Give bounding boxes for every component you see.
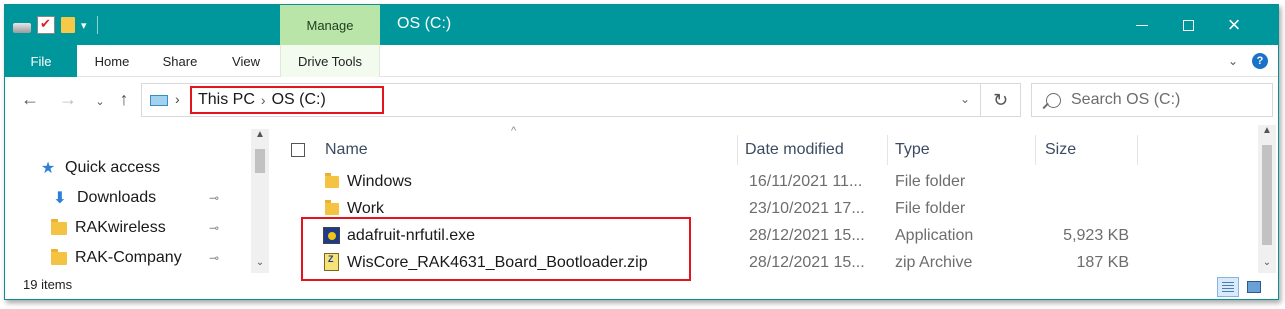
recent-locations-icon[interactable]: ⌄ xyxy=(89,95,111,108)
manage-contextual-tab[interactable]: Manage xyxy=(280,5,380,45)
scrollbar-thumb[interactable] xyxy=(1262,145,1272,245)
refresh-icon: ↻ xyxy=(992,89,1009,110)
sidebar-item-downloads[interactable]: ⬇ Downloads ⊸ xyxy=(51,185,219,211)
maximize-icon xyxy=(1182,19,1194,31)
file-row-windows[interactable]: Windows 16/11/2021 11... File folder xyxy=(271,169,1257,196)
address-bar[interactable]: › This PC › OS (C:) ⌄ ↻ xyxy=(141,83,1021,117)
sidebar-item-quick-access[interactable]: ★ Quick access xyxy=(39,155,249,181)
column-divider[interactable] xyxy=(737,135,738,165)
column-divider[interactable] xyxy=(1035,135,1036,165)
column-header-date-modified[interactable]: Date modified xyxy=(745,135,844,165)
sidebar-item-label: RAK-Company xyxy=(75,249,182,266)
scrollbar-thumb[interactable] xyxy=(255,149,265,173)
navigation-pane: ★ Quick access ⬇ Downloads ⊸ RAKwireless… xyxy=(5,125,269,273)
breadcrumb-os-c[interactable]: OS (C:) xyxy=(272,91,326,109)
file-size: 5,923 KB xyxy=(1063,227,1129,244)
search-icon xyxy=(1046,92,1061,108)
search-placeholder: Search OS (C:) xyxy=(1071,91,1181,108)
breadcrumb-chevron-icon[interactable]: › xyxy=(261,92,266,108)
help-icon[interactable]: ? xyxy=(1252,53,1268,69)
tab-home[interactable]: Home xyxy=(77,45,147,77)
properties-icon[interactable] xyxy=(37,16,55,34)
scroll-up-icon[interactable]: ▲ xyxy=(1258,125,1276,136)
status-bar: 19 items xyxy=(5,273,1278,299)
expand-ribbon-icon[interactable]: ⌄ xyxy=(1228,54,1238,68)
customize-toolbar-icon[interactable]: ▾ xyxy=(81,19,87,32)
ribbon-right-controls: ⌄ ? xyxy=(1228,53,1268,69)
sort-ascending-icon: ^ xyxy=(511,125,517,137)
file-type: Application xyxy=(895,227,974,244)
quick-access-toolbar: ▾ xyxy=(13,14,98,36)
sidebar-item-label: Downloads xyxy=(77,189,157,206)
drive-icon xyxy=(13,23,31,33)
search-input[interactable]: Search OS (C:) xyxy=(1031,83,1273,117)
file-name: Windows xyxy=(347,173,412,190)
select-all-checkbox[interactable] xyxy=(291,143,305,157)
navigation-scrollbar[interactable]: ▲ ⌄ xyxy=(251,129,269,273)
column-divider[interactable] xyxy=(887,135,888,165)
file-date: 28/12/2021 15... xyxy=(749,227,865,244)
column-divider[interactable] xyxy=(1137,135,1138,165)
file-type: zip Archive xyxy=(895,254,973,271)
file-list: ^ Name Date modified Type Size Windows 1… xyxy=(271,125,1257,281)
close-button[interactable]: × xyxy=(1211,5,1257,45)
forward-arrow-icon[interactable]: → xyxy=(57,89,79,110)
highlight-box xyxy=(301,217,691,281)
minimize-icon xyxy=(1136,24,1148,26)
close-icon: × xyxy=(1227,12,1241,37)
explorer-window: ▾ Manage OS (C:) × File Home Share View … xyxy=(4,4,1279,300)
folder-icon xyxy=(325,173,339,193)
column-header-name[interactable]: Name xyxy=(325,135,368,165)
file-date: 16/11/2021 11... xyxy=(749,173,863,190)
scroll-down-icon[interactable]: ⌄ xyxy=(1258,257,1276,268)
star-icon: ★ xyxy=(40,160,56,177)
file-type: File folder xyxy=(895,200,966,217)
file-list-scrollbar[interactable]: ▲ ⌄ xyxy=(1258,125,1276,273)
tab-view[interactable]: View xyxy=(213,45,279,77)
item-count: 19 items xyxy=(23,277,73,292)
toolbar-separator xyxy=(96,16,98,34)
sidebar-item-label: Quick access xyxy=(65,159,161,176)
tab-share[interactable]: Share xyxy=(147,45,213,77)
sidebar-item-rakwireless[interactable]: RAKwireless ⊸ xyxy=(51,215,219,241)
column-header-size[interactable]: Size xyxy=(1045,135,1076,165)
breadcrumb-separator-icon[interactable]: › xyxy=(175,91,180,107)
download-icon: ⬇ xyxy=(53,190,67,207)
sidebar-item-rak-company[interactable]: RAK-Company ⊸ xyxy=(51,245,219,271)
large-icons-view-icon xyxy=(1247,281,1261,293)
large-icons-view-button[interactable] xyxy=(1243,277,1265,297)
file-date: 23/10/2021 17... xyxy=(749,200,865,217)
scroll-down-icon[interactable]: ⌄ xyxy=(251,257,269,268)
navigation-row: ← → ⌄ ↑ › This PC › OS (C:) ⌄ ↻ Search O… xyxy=(5,77,1278,125)
title-bar: ▾ Manage OS (C:) × xyxy=(5,5,1278,45)
back-arrow-icon[interactable]: ← xyxy=(19,89,41,110)
window-title: OS (C:) xyxy=(397,15,452,32)
details-view-button[interactable] xyxy=(1217,277,1239,297)
file-size: 187 KB xyxy=(1076,254,1129,271)
details-view-icon xyxy=(1222,282,1234,292)
minimize-button[interactable] xyxy=(1119,5,1165,45)
pin-icon[interactable]: ⊸ xyxy=(209,251,219,265)
file-name: Work xyxy=(347,200,385,217)
maximize-button[interactable] xyxy=(1165,5,1211,45)
scroll-up-icon[interactable]: ▲ xyxy=(251,129,269,140)
file-type: File folder xyxy=(895,173,966,190)
up-arrow-icon[interactable]: ↑ xyxy=(113,89,135,110)
sidebar-item-label: RAKwireless xyxy=(75,219,166,236)
file-date: 28/12/2021 15... xyxy=(749,254,865,271)
folder-icon xyxy=(51,248,67,265)
breadcrumb-this-pc[interactable]: This PC xyxy=(198,91,255,109)
tab-file[interactable]: File xyxy=(5,45,77,77)
breadcrumb: This PC › OS (C:) xyxy=(190,86,384,114)
pin-icon[interactable]: ⊸ xyxy=(209,221,219,235)
this-pc-icon xyxy=(150,93,170,107)
column-header-type[interactable]: Type xyxy=(895,135,930,165)
new-folder-icon[interactable] xyxy=(61,17,75,33)
pin-icon[interactable]: ⊸ xyxy=(209,191,219,205)
address-dropdown-icon[interactable]: ⌄ xyxy=(960,92,970,106)
refresh-button[interactable]: ↻ xyxy=(980,84,1020,116)
tab-drive-tools[interactable]: Drive Tools xyxy=(280,45,380,77)
folder-icon xyxy=(51,218,67,235)
ribbon: File Home Share View Drive Tools ⌄ ? xyxy=(5,45,1278,77)
